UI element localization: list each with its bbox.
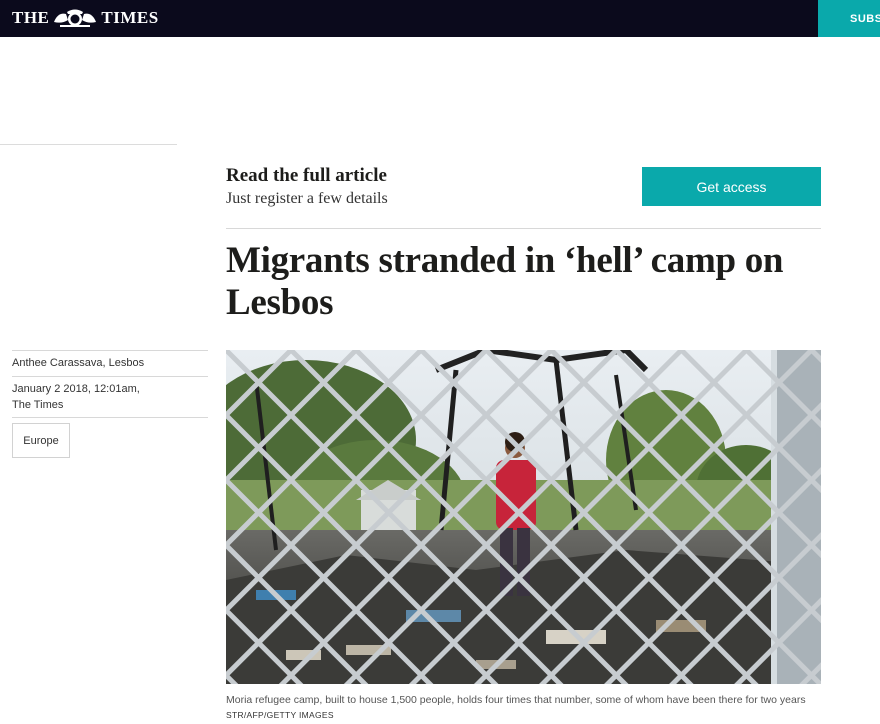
refugee-camp-photo: [226, 350, 821, 684]
divider: [0, 144, 177, 145]
article-headline: Migrants stranded in ‘hell’ camp on Lesb…: [226, 240, 784, 323]
publish-date: January 2 2018, 12:01am,: [12, 383, 140, 395]
divider: [226, 228, 821, 229]
divider: [12, 350, 208, 351]
topic-tag-europe[interactable]: Europe: [12, 423, 70, 458]
image-credit: STR/AFP/GETTY IMAGES: [226, 710, 334, 720]
publication-name: The Times: [12, 399, 64, 411]
byline[interactable]: Anthee Carassava, Lesbos: [12, 357, 208, 369]
image-caption: Moria refugee camp, built to house 1,500…: [226, 694, 806, 706]
royal-crest-icon: [54, 9, 97, 27]
get-access-button[interactable]: Get access: [642, 167, 821, 206]
divider: [12, 417, 208, 418]
paywall-subtitle: Just register a few details: [226, 190, 388, 207]
masthead-times: TIMES: [101, 8, 159, 27]
the-times-logo[interactable]: THE TIMES: [12, 7, 159, 29]
article-image[interactable]: [226, 350, 821, 684]
masthead-the: THE: [12, 8, 50, 27]
paywall-title: Read the full article: [226, 165, 387, 186]
divider: [12, 376, 208, 377]
subscribe-button[interactable]: SUBS: [818, 0, 880, 37]
top-navigation-bar: THE TIMES SUBS: [0, 0, 880, 37]
